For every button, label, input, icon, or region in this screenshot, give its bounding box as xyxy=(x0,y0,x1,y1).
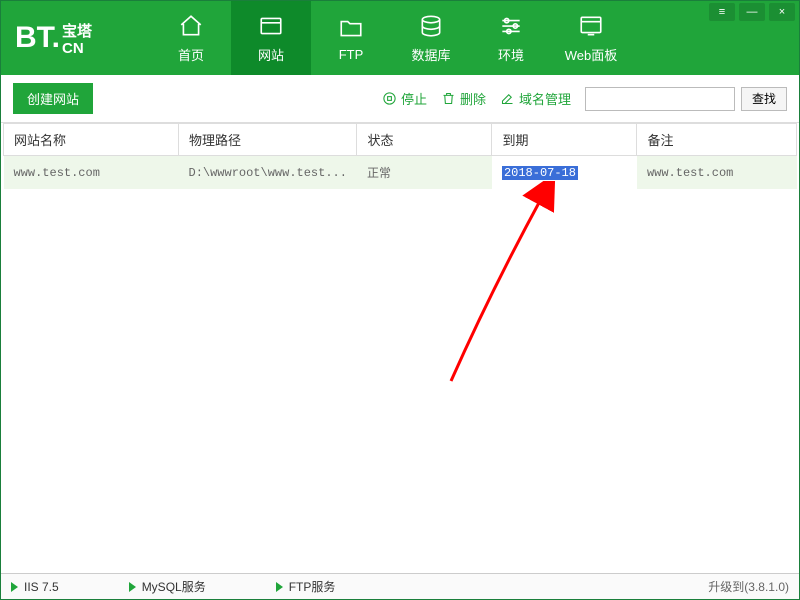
nav-webpanel[interactable]: Web面板 xyxy=(551,1,631,75)
home-icon xyxy=(177,12,205,40)
delete-label: 删除 xyxy=(460,89,486,108)
col-remark[interactable]: 备注 xyxy=(637,124,797,156)
main-nav: 首页 网站 FTP 数据库 环境 xyxy=(151,1,631,75)
status-mysql-label: MySQL服务 xyxy=(142,578,206,595)
search-input[interactable] xyxy=(585,87,735,111)
play-icon xyxy=(11,582,18,592)
play-icon xyxy=(276,582,283,592)
site-table-wrap: 网站名称 物理路径 状态 到期 备注 www.test.com D:\wwwro… xyxy=(1,123,799,189)
status-ftp-label: FTP服务 xyxy=(289,578,336,595)
stop-icon xyxy=(382,91,398,107)
database-icon xyxy=(417,12,445,40)
create-site-button[interactable]: 创建网站 xyxy=(13,83,93,114)
table-row[interactable]: www.test.com D:\wwwroot\www.test... 正常 2… xyxy=(4,156,797,190)
play-icon xyxy=(129,582,136,592)
col-path[interactable]: 物理路径 xyxy=(179,124,357,156)
nav-ftp[interactable]: FTP xyxy=(311,1,391,75)
toolbar: 创建网站 停止 删除 域名管理 查找 xyxy=(1,75,799,123)
domain-mgmt-label: 域名管理 xyxy=(519,89,571,108)
sliders-icon xyxy=(497,12,525,40)
edit-icon xyxy=(500,91,516,107)
statusbar: IIS 7.5 MySQL服务 FTP服务 升级到(3.8.1.0) xyxy=(1,573,799,599)
website-icon xyxy=(257,12,285,40)
cell-status: 正常 xyxy=(357,156,492,190)
close-button[interactable]: × xyxy=(769,3,795,21)
domain-mgmt-action[interactable]: 域名管理 xyxy=(500,89,571,108)
nav-database[interactable]: 数据库 xyxy=(391,1,471,75)
logo-zh: 宝塔 xyxy=(62,24,92,39)
nav-webpanel-label: Web面板 xyxy=(565,45,618,64)
logo-cn: CN xyxy=(62,41,92,56)
cell-path: D:\wwwroot\www.test... xyxy=(179,156,357,190)
upgrade-link[interactable]: 升级到(3.8.1.0) xyxy=(708,578,789,595)
search-button[interactable]: 查找 xyxy=(741,87,787,111)
minimize-button[interactable]: — xyxy=(739,3,765,21)
nav-home[interactable]: 首页 xyxy=(151,1,231,75)
status-ftp[interactable]: FTP服务 xyxy=(276,578,336,595)
site-table: 网站名称 物理路径 状态 到期 备注 www.test.com D:\wwwro… xyxy=(3,123,797,189)
status-mysql[interactable]: MySQL服务 xyxy=(129,578,206,595)
status-iis-label: IIS 7.5 xyxy=(24,580,59,594)
nav-env-label: 环境 xyxy=(498,45,524,64)
status-iis[interactable]: IIS 7.5 xyxy=(11,580,59,594)
nav-home-label: 首页 xyxy=(178,45,204,64)
logo-dot: . xyxy=(52,21,60,54)
table-header-row: 网站名称 物理路径 状态 到期 备注 xyxy=(4,124,797,156)
window-controls: ≡ — × xyxy=(709,1,799,23)
menu-button[interactable]: ≡ xyxy=(709,3,735,21)
stop-label: 停止 xyxy=(401,89,427,108)
folder-icon xyxy=(337,14,365,42)
app-header: BT. 宝塔 CN 首页 网站 FTP 数 xyxy=(1,1,799,75)
nav-env[interactable]: 环境 xyxy=(471,1,551,75)
expire-value: 2018-07-18 xyxy=(502,166,578,180)
nav-ftp-label: FTP xyxy=(339,47,364,62)
logo-bt: BT xyxy=(15,21,52,54)
logo: BT. 宝塔 CN xyxy=(1,1,151,75)
stop-action[interactable]: 停止 xyxy=(382,89,427,108)
col-name[interactable]: 网站名称 xyxy=(4,124,179,156)
annotation-arrow xyxy=(431,181,591,401)
panel-icon xyxy=(577,12,605,40)
col-status[interactable]: 状态 xyxy=(357,124,492,156)
nav-database-label: 数据库 xyxy=(411,45,450,64)
cell-remark: www.test.com xyxy=(637,156,797,190)
trash-icon xyxy=(441,91,457,107)
cell-expire[interactable]: 2018-07-18 xyxy=(492,156,637,190)
col-expire[interactable]: 到期 xyxy=(492,124,637,156)
cell-name: www.test.com xyxy=(4,156,179,190)
delete-action[interactable]: 删除 xyxy=(441,89,486,108)
nav-website-label: 网站 xyxy=(258,45,284,64)
nav-website[interactable]: 网站 xyxy=(231,1,311,75)
